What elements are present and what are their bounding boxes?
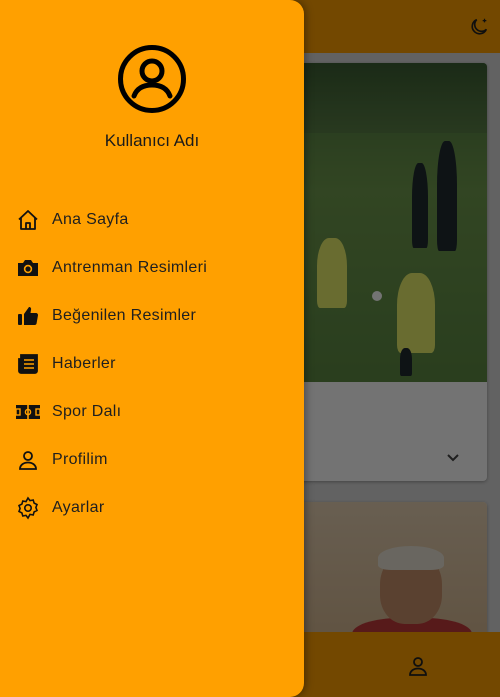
menu-item-sport[interactable]: Spor Dalı <box>0 388 304 436</box>
menu-item-label: Spor Dalı <box>52 403 122 420</box>
settings-icon <box>15 495 41 521</box>
menu-item-label: Antrenman Resimleri <box>52 259 208 276</box>
menu-item-liked-photos[interactable]: Beğenilen Resimler <box>0 292 304 340</box>
menu-item-profile[interactable]: Profilim <box>0 436 304 484</box>
navigation-drawer: Kullanıcı Adı Ana Sayfa Antrenman Resiml… <box>0 0 304 697</box>
sports-field-icon <box>15 399 41 425</box>
newspaper-icon <box>15 351 41 377</box>
camera-icon <box>15 255 41 281</box>
thumb-up-icon <box>15 303 41 329</box>
menu-item-news[interactable]: Haberler <box>0 340 304 388</box>
menu-item-label: Beğenilen Resimler <box>52 307 197 324</box>
menu-item-training-photos[interactable]: Antrenman Resimleri <box>0 244 304 292</box>
menu-item-settings[interactable]: Ayarlar <box>0 484 304 532</box>
drawer-menu: Ana Sayfa Antrenman Resimleri Beğenilen … <box>0 196 304 532</box>
menu-item-label: Ayarlar <box>52 499 105 516</box>
account-avatar-icon[interactable] <box>117 44 187 114</box>
home-icon <box>15 207 41 233</box>
menu-item-label: Haberler <box>52 355 116 372</box>
menu-item-label: Ana Sayfa <box>52 211 129 228</box>
username-label: Kullanıcı Adı <box>104 131 200 150</box>
person-icon <box>15 447 41 473</box>
menu-item-label: Profilim <box>52 451 108 468</box>
menu-item-home[interactable]: Ana Sayfa <box>0 196 304 244</box>
